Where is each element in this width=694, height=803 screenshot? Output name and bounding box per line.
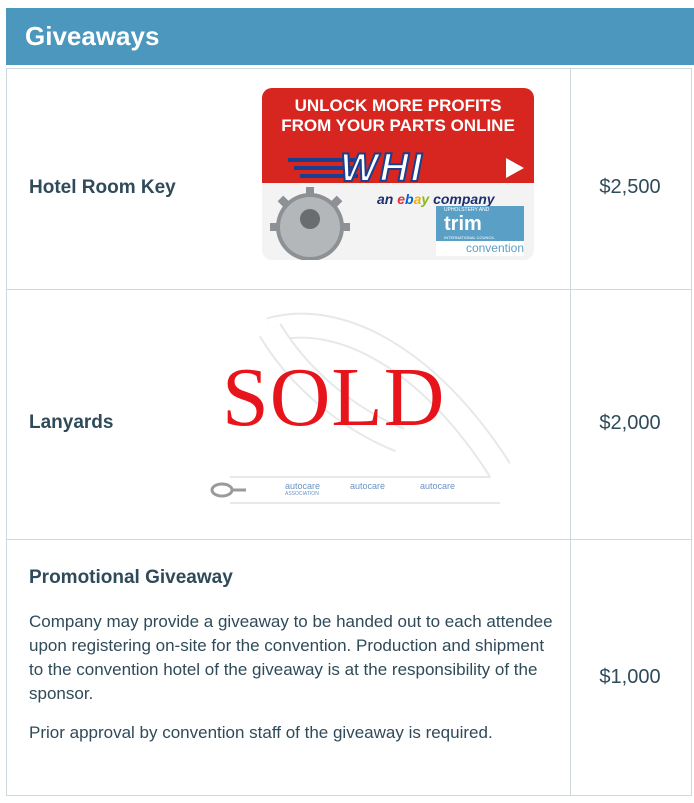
ebay-letter: e xyxy=(397,191,406,207)
trim-sub-text: INTERNATIONAL COUNCIL xyxy=(444,235,495,240)
table-left-rule xyxy=(6,68,7,796)
ebay-letter: b xyxy=(405,191,414,207)
price-promotional-giveaway: $1,000 xyxy=(599,666,661,688)
item-title-hotel-room-key: Hotel Room Key xyxy=(29,177,176,198)
giveaway-description: Company may provide a giveaway to be han… xyxy=(29,612,553,703)
row-divider xyxy=(6,289,692,290)
table-right-rule xyxy=(691,68,692,796)
trim-convention-text: convention xyxy=(436,241,524,256)
table-bottom-rule xyxy=(6,795,692,796)
gear-icon xyxy=(270,187,350,260)
card-headline: UNLOCK MORE PROFITS FROM YOUR PARTS ONLI… xyxy=(262,96,534,136)
price-lanyards: $2,000 xyxy=(599,412,661,434)
lanyard-brand-sub: ASSOCIATION xyxy=(285,491,319,497)
ebay-prefix: an xyxy=(377,191,398,207)
item-title-lanyards: Lanyards xyxy=(29,412,114,433)
card-headline-line-2: FROM YOUR PARTS ONLINE xyxy=(281,116,515,135)
lanyard-brand: autocare xyxy=(420,481,456,491)
section-title: Giveaways xyxy=(25,21,160,51)
hotel-key-card-image: UNLOCK MORE PROFITS FROM YOUR PARTS ONLI… xyxy=(262,88,534,260)
section-header: Giveaways xyxy=(6,8,694,65)
item-title-promotional-giveaway: Promotional Giveaway xyxy=(29,567,233,588)
giveaway-approval-note: Prior approval by convention staff of th… xyxy=(29,723,493,742)
row-divider xyxy=(6,539,692,540)
ebay-tagline: an ebay company xyxy=(377,191,495,207)
ebay-suffix: company xyxy=(429,191,495,207)
card-headline-line-1: UNLOCK MORE PROFITS xyxy=(294,96,502,115)
arrow-icon xyxy=(506,158,524,178)
table-top-rule xyxy=(6,68,692,69)
trim-word: trim xyxy=(444,213,482,235)
sold-stamp: SOLD xyxy=(222,351,446,444)
lanyard-brand: autocare xyxy=(350,481,386,491)
price-hotel-room-key: $2,500 xyxy=(599,176,661,198)
trim-convention-logo: UPHOLSTERY AND trim INTERNATIONAL COUNCI… xyxy=(436,206,524,256)
lanyard-brand: autocare xyxy=(285,481,321,491)
